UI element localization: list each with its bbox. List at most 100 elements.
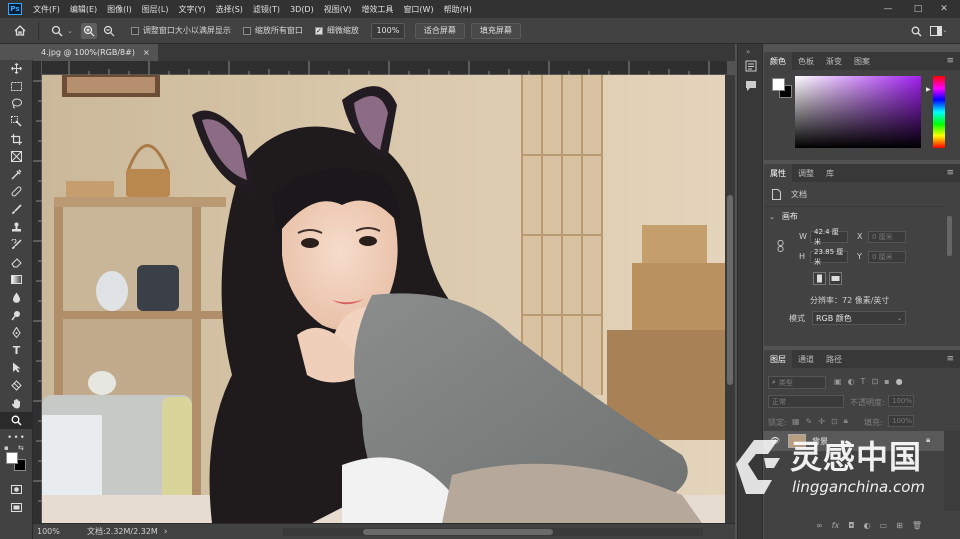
- search-icon[interactable]: [908, 23, 924, 39]
- zoom-tool-preset-icon[interactable]: [49, 23, 65, 39]
- orientation-landscape-icon[interactable]: [829, 272, 842, 285]
- y-field[interactable]: 0 厘米: [868, 251, 906, 263]
- menu-window[interactable]: 窗口(W): [398, 4, 438, 15]
- chevron-down-icon[interactable]: ⌄: [769, 213, 775, 221]
- menu-plugins[interactable]: 增效工具: [356, 4, 398, 15]
- lock-artboard-icon[interactable]: ⊡: [831, 417, 838, 426]
- x-field[interactable]: 0 厘米: [868, 231, 906, 243]
- orientation-portrait-icon[interactable]: [813, 272, 826, 285]
- tab-layers[interactable]: 图层: [764, 350, 792, 368]
- gradient-tool-icon[interactable]: [0, 271, 33, 289]
- lock-all-icon[interactable]: 🔒︎: [844, 416, 848, 426]
- color-picker-field[interactable]: [795, 76, 921, 148]
- new-layer-icon[interactable]: ⊞: [896, 521, 903, 530]
- foreground-color-chip[interactable]: [772, 78, 785, 91]
- tab-paths[interactable]: 路径: [820, 350, 848, 368]
- tab-adjustments[interactable]: 调整: [792, 164, 820, 182]
- menu-help[interactable]: 帮助(H): [439, 4, 477, 15]
- mode-select[interactable]: RGB 颜色 ⌄: [812, 311, 906, 325]
- lock-transparent-icon[interactable]: ▦: [792, 417, 800, 426]
- eyedropper-tool-icon[interactable]: [0, 166, 33, 184]
- document-canvas[interactable]: [42, 75, 725, 523]
- healing-brush-tool-icon[interactable]: [0, 183, 33, 201]
- menu-layer[interactable]: 图层(L): [137, 4, 174, 15]
- custom-shape-tool-icon[interactable]: [0, 377, 33, 395]
- screen-mode-icon[interactable]: [0, 499, 33, 517]
- checkmark-icon[interactable]: ✓: [314, 26, 323, 35]
- path-select-tool-icon[interactable]: [0, 359, 33, 377]
- collapse-icon[interactable]: »: [746, 48, 750, 56]
- history-brush-tool-icon[interactable]: [0, 236, 33, 254]
- tab-color[interactable]: 颜色: [764, 52, 792, 70]
- menu-edit[interactable]: 编辑(E): [65, 4, 102, 15]
- frame-tool-icon[interactable]: [0, 148, 33, 166]
- scrubby-zoom-checkbox[interactable]: ✓ 细微缩放: [314, 25, 359, 36]
- hue-slider[interactable]: [933, 76, 945, 148]
- type-tool-icon[interactable]: T: [0, 342, 33, 360]
- link-icon[interactable]: [777, 240, 784, 252]
- panel-menu-icon[interactable]: ≡: [946, 354, 954, 364]
- menu-type[interactable]: 文字(Y): [173, 4, 210, 15]
- quick-mask-icon[interactable]: [0, 481, 33, 499]
- home-icon[interactable]: [12, 23, 28, 39]
- filter-toggle-icon[interactable]: ●: [896, 377, 903, 386]
- quick-select-tool-icon[interactable]: [0, 113, 33, 131]
- stamp-tool-icon[interactable]: [0, 218, 33, 236]
- blend-mode-select[interactable]: 正常: [768, 395, 844, 408]
- height-field[interactable]: 23.85 厘米: [810, 248, 848, 266]
- marquee-tool-icon[interactable]: [0, 78, 33, 96]
- menu-3d[interactable]: 3D(D): [285, 5, 319, 14]
- lock-pixels-icon[interactable]: ✎: [806, 417, 813, 426]
- adjustment-filter-icon[interactable]: ◐: [848, 377, 855, 386]
- smart-object-filter-icon[interactable]: ▪: [884, 377, 889, 386]
- pixel-filter-icon[interactable]: ▣: [834, 377, 842, 386]
- eraser-tool-icon[interactable]: [0, 254, 33, 272]
- panel-scrollbar-thumb[interactable]: [947, 216, 952, 256]
- fit-screen-button[interactable]: 适合屏幕: [414, 22, 465, 39]
- dodge-tool-icon[interactable]: [0, 306, 33, 324]
- checkbox-box[interactable]: [242, 26, 251, 35]
- document-tab[interactable]: 4.jpg @ 100%(RGB/8#) ×: [33, 44, 158, 61]
- pen-tool-icon[interactable]: [0, 324, 33, 342]
- layer-style-icon[interactable]: fx: [832, 521, 840, 530]
- delete-layer-icon[interactable]: 🗑︎: [912, 521, 922, 530]
- canvas-section-header[interactable]: ⌄ 画布: [769, 211, 798, 222]
- shape-filter-icon[interactable]: ⊡: [871, 377, 878, 386]
- panel-menu-icon[interactable]: ≡: [946, 168, 954, 178]
- panel-menu-icon[interactable]: ≡: [946, 56, 954, 66]
- maximize-button[interactable]: □: [904, 0, 932, 18]
- color-swatches[interactable]: ▪ ⇆: [0, 444, 33, 481]
- close-window-button[interactable]: ✕: [930, 0, 958, 18]
- zoom-percent-input[interactable]: 100%: [370, 22, 405, 39]
- zoom-tool-icon[interactable]: [0, 411, 33, 430]
- move-tool-icon[interactable]: [0, 60, 33, 78]
- tab-libraries[interactable]: 库: [820, 164, 840, 182]
- comments-panel-icon[interactable]: [745, 80, 757, 94]
- link-layers-icon[interactable]: ∞: [816, 521, 823, 530]
- tab-channels[interactable]: 通道: [792, 350, 820, 368]
- opacity-field[interactable]: 100%: [888, 395, 914, 407]
- minimize-button[interactable]: —: [874, 0, 902, 18]
- menu-select[interactable]: 选择(S): [211, 4, 248, 15]
- tab-gradients[interactable]: 渐变: [820, 52, 848, 70]
- tab-swatches[interactable]: 色板: [792, 52, 820, 70]
- default-colors-icon[interactable]: ▪: [4, 444, 9, 452]
- menu-filter[interactable]: 滤镜(T): [248, 4, 285, 15]
- foreground-color-swatch[interactable]: [6, 452, 18, 465]
- chevron-down-icon[interactable]: ⌄: [942, 26, 948, 34]
- brush-tool-icon[interactable]: [0, 201, 33, 219]
- history-panel-icon[interactable]: [745, 60, 757, 74]
- new-group-icon[interactable]: ▭: [880, 521, 888, 530]
- zoom-out-icon[interactable]: [101, 23, 117, 39]
- crop-tool-icon[interactable]: [0, 130, 33, 148]
- swap-colors-icon[interactable]: ⇆: [18, 444, 24, 452]
- type-filter-icon[interactable]: T: [861, 377, 866, 386]
- zoom-all-windows-checkbox[interactable]: 缩放所有窗口: [242, 25, 303, 36]
- scrollbar-thumb[interactable]: [363, 529, 553, 535]
- adjustment-layer-icon[interactable]: ◐: [864, 521, 871, 530]
- close-tab-icon[interactable]: ×: [143, 48, 150, 57]
- chevron-down-icon[interactable]: ⌄: [67, 27, 73, 35]
- zoom-in-icon[interactable]: [80, 22, 97, 39]
- scrollbar-thumb[interactable]: [727, 195, 733, 385]
- lasso-tool-icon[interactable]: [0, 95, 33, 113]
